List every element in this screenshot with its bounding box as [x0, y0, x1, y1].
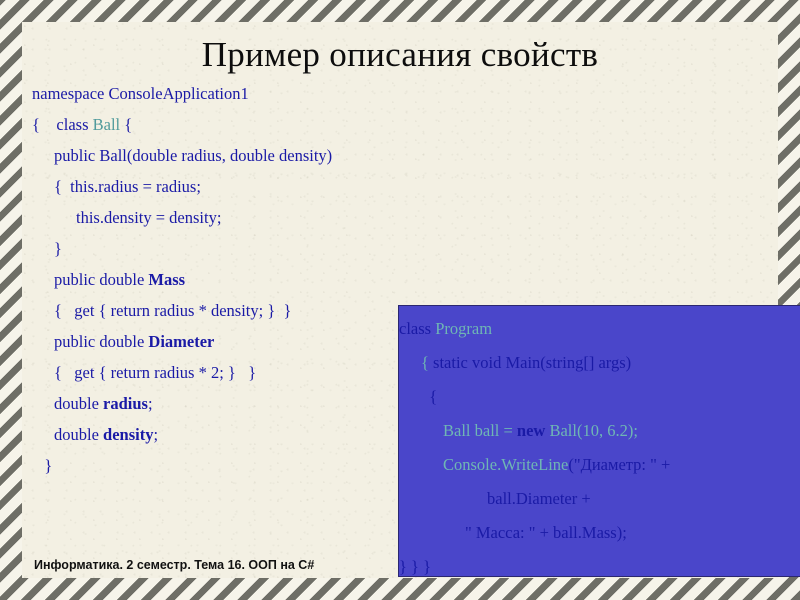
code-line: } } } — [399, 550, 800, 584]
code-token: Console.WriteLine — [443, 455, 569, 474]
code-line: double density; — [32, 419, 412, 450]
code-token: { — [421, 387, 438, 406]
code-line: ball.Diameter + — [399, 482, 800, 516]
code-token: ball.Diameter + — [487, 489, 591, 508]
code-token: { — [421, 353, 429, 372]
code-token: new — [516, 421, 546, 440]
code-block-program-class: class Program{ static void Main(string[]… — [398, 305, 800, 577]
code-token: { class — [32, 115, 93, 134]
code-block-ball-class: namespace ConsoleApplication1 { class Bal… — [32, 78, 412, 481]
code-token: public double — [54, 270, 149, 289]
code-token: } — [32, 456, 53, 475]
code-token: Ball(10, 6.2); — [545, 421, 638, 440]
code-line: double radius; — [32, 388, 412, 419]
code-token: public Ball(double radius, double densit… — [54, 146, 333, 165]
code-line: public double Diameter — [32, 326, 412, 357]
code-line: } — [32, 233, 412, 264]
code-token: double — [54, 425, 104, 444]
code-token: ; — [147, 394, 153, 413]
code-line: } — [32, 450, 412, 481]
code-token: { get { return radius * density; } } — [54, 301, 292, 320]
code-token: } — [54, 239, 62, 258]
code-token: ; — [153, 425, 159, 444]
code-token: namespace ConsoleApplication1 — [32, 84, 249, 103]
code-line: public double Mass — [32, 264, 412, 295]
presentation-slide: Пример описания свойств namespace Consol… — [0, 0, 800, 600]
code-line: Console.WriteLine("Диаметр: " + — [399, 448, 800, 482]
code-token: ("Диаметр: " + — [568, 455, 671, 474]
code-token: Mass — [148, 270, 186, 289]
code-line: { get { return radius * 2; } } — [32, 357, 412, 388]
code-line: { class Ball { — [32, 109, 412, 140]
code-line: { get { return radius * density; } } — [32, 295, 412, 326]
code-token: Program — [435, 319, 493, 338]
code-token: " Масса: " + ball.Mass); — [465, 523, 627, 542]
code-token: class — [399, 319, 436, 338]
code-line: this.density = density; — [32, 202, 412, 233]
code-token: this.density = density; — [76, 208, 222, 227]
code-token: } } } — [399, 557, 432, 576]
code-token: radius — [103, 394, 148, 413]
code-token: double — [54, 394, 104, 413]
code-token: Ball — [92, 115, 121, 134]
slide-content-area: Пример описания свойств namespace Consol… — [22, 22, 800, 578]
code-token: Diameter — [148, 332, 215, 351]
code-line: class Program — [399, 312, 800, 346]
code-token: Ball ball = — [443, 421, 517, 440]
code-line: { static void Main(string[] args) — [399, 346, 800, 380]
slide-footer: Информатика. 2 семестр. Тема 16. ООП на … — [34, 558, 315, 572]
code-line: { this.radius = radius; — [32, 171, 412, 202]
code-token: { — [120, 115, 133, 134]
code-token: public double — [54, 332, 149, 351]
code-line: Ball ball = new Ball(10, 6.2); — [399, 414, 800, 448]
code-token: { this.radius = radius; — [54, 177, 201, 196]
code-token: { get { return radius * 2; } } — [54, 363, 257, 382]
code-line: public Ball(double radius, double densit… — [32, 140, 412, 171]
code-line: { — [399, 380, 800, 414]
code-token: static void Main(string[] args) — [428, 353, 632, 372]
page-title: Пример описания свойств — [201, 35, 599, 74]
code-token: density — [103, 425, 154, 444]
code-line: namespace ConsoleApplication1 — [32, 78, 412, 109]
code-line: " Масса: " + ball.Mass); — [399, 516, 800, 550]
